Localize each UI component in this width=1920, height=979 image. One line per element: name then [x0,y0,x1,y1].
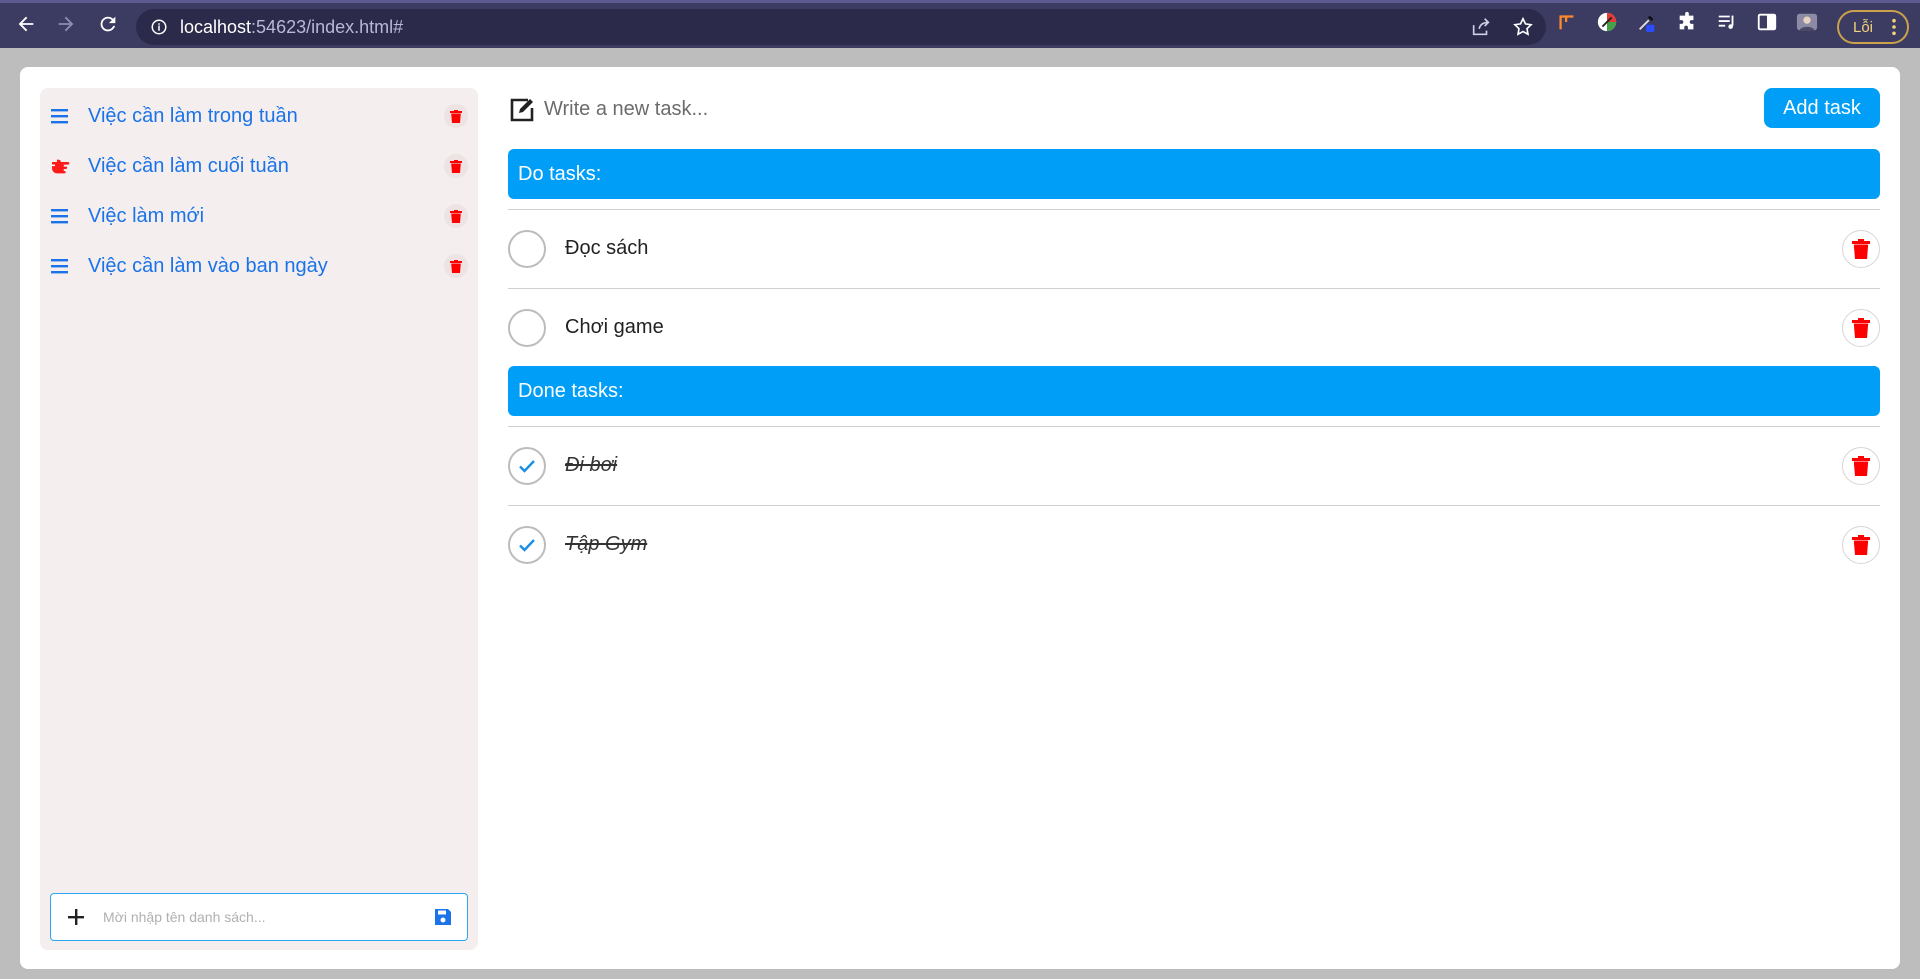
trash-icon [1852,318,1870,338]
url-host: localhost [180,16,252,37]
side-panel-button[interactable] [1756,11,1778,33]
lists-sidebar: Việc cần làm trong tuần Việc cần làm cuố… [40,88,478,950]
new-task-input[interactable] [544,93,1444,125]
trash-icon [450,259,462,273]
delete-list-button[interactable] [444,254,468,278]
sidebar-item-label: Việc cần làm cuối tuần [88,154,289,177]
app-container: Việc cần làm trong tuần Việc cần làm cuố… [20,67,1900,969]
browser-toolbar: localhost:54623/index.html# Lỗi [0,0,1920,48]
task-row: Đi bơi [508,427,1880,505]
trash-icon [1852,456,1870,476]
checkmark-icon [519,539,535,552]
side-panel-icon [1757,13,1777,31]
tasks-panel: Add task Do tasks: Đọc sách Chơi game Do… [508,67,1880,969]
back-button[interactable] [6,4,46,44]
extension-color[interactable] [1596,11,1618,33]
list-icon [51,209,68,224]
extensions-row [1556,11,1818,33]
plus-icon[interactable] [65,906,87,928]
done-tasks-header: Done tasks: [508,366,1880,416]
task-row: Tập Gym [508,506,1880,584]
list-icon [51,109,68,124]
sidebar-item-week[interactable]: Việc cần làm trong tuần [40,91,478,141]
task-row: Chơi game [508,289,1880,367]
reload-icon [100,16,116,32]
delete-list-button[interactable] [444,154,468,178]
arrow-right-icon [58,16,74,32]
color-wheel-icon [1597,12,1617,32]
task-checkbox-checked[interactable] [508,526,546,564]
delete-task-button[interactable] [1842,447,1880,485]
profile-error-chip[interactable]: Lỗi [1837,10,1909,44]
delete-task-button[interactable] [1842,526,1880,564]
profile-label: Lỗi [1853,18,1874,36]
share-icon[interactable] [1470,16,1492,38]
puzzle-icon [1679,11,1694,30]
task-row: Đọc sách [508,210,1880,288]
edit-icon [510,98,534,122]
reload-button[interactable] [88,4,128,44]
extension-orange[interactable] [1556,11,1578,33]
task-checkbox-checked[interactable] [508,447,546,485]
new-list-input[interactable] [103,902,403,932]
avatar-icon [1796,13,1818,31]
checkmark-icon [519,460,535,473]
url-text: localhost:54623/index.html# [180,17,403,38]
delete-task-button[interactable] [1842,230,1880,268]
do-tasks-header: Do tasks: [508,149,1880,199]
bookmark-star-icon[interactable] [1512,16,1534,38]
trash-icon [450,209,462,223]
task-label: Chơi game [565,316,664,338]
extension-eyedropper[interactable] [1636,11,1658,33]
new-task-form: Add task [508,87,1880,131]
delete-list-button[interactable] [444,204,468,228]
trash-icon [450,159,462,173]
extensions-button[interactable] [1676,11,1698,33]
task-checkbox[interactable] [508,230,546,268]
sidebar-item-label: Việc cần làm vào ban ngày [88,254,328,277]
address-bar[interactable]: localhost:54623/index.html# [136,9,1546,45]
save-icon[interactable] [433,907,453,927]
eyedropper-icon [1639,15,1655,33]
avatar-button[interactable] [1796,11,1818,33]
task-label: Đi bơi [565,454,618,476]
forward-button[interactable] [46,4,86,44]
corner-bracket-icon [1559,15,1574,30]
hand-pointing-icon [52,159,70,174]
kebab-menu-icon[interactable] [1891,18,1897,36]
trash-icon [450,109,462,123]
arrow-left-icon [18,16,34,32]
sidebar-item-new[interactable]: Việc làm mới [40,191,478,241]
playlist-music-icon [1718,15,1734,29]
sidebar-item-weekend[interactable]: Việc cần làm cuối tuần [40,141,478,191]
list-icon [51,259,68,274]
delete-list-button[interactable] [444,104,468,128]
new-list-form [50,893,468,941]
task-label: Đọc sách [565,237,649,259]
sidebar-item-label: Việc làm mới [88,204,205,227]
delete-task-button[interactable] [1842,309,1880,347]
sidebar-item-label: Việc cần làm trong tuần [88,104,298,127]
task-label: Tập Gym [565,533,648,555]
url-path: :54623/index.html# [251,16,404,37]
trash-icon [1852,239,1870,259]
trash-icon [1852,535,1870,555]
info-icon[interactable] [150,18,168,36]
media-button[interactable] [1716,11,1738,33]
add-task-button[interactable]: Add task [1764,88,1880,128]
task-checkbox[interactable] [508,309,546,347]
sidebar-item-daytime[interactable]: Việc cần làm vào ban ngày [40,241,478,291]
